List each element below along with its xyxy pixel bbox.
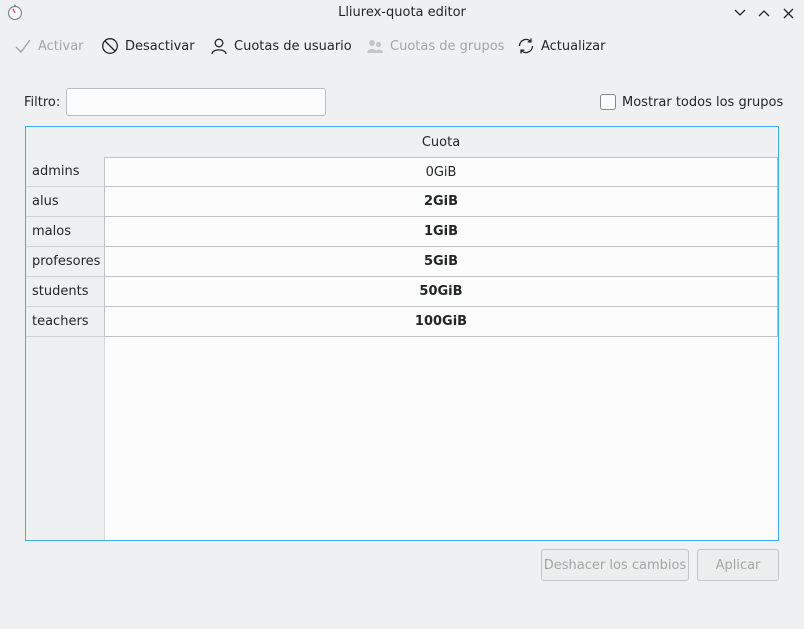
refresh-icon bbox=[518, 38, 534, 54]
row-header-admins[interactable]: admins bbox=[26, 157, 104, 187]
deactivate-label: Desactivar bbox=[125, 38, 195, 54]
row-header-alus[interactable]: alus bbox=[26, 187, 104, 217]
activate-button[interactable]: Activar bbox=[14, 30, 84, 62]
group-quotas-label: Cuotas de grupos bbox=[390, 38, 505, 54]
filter-label: Filtro: bbox=[24, 95, 61, 110]
quota-table[interactable]: Cuota admins 0GiB alus 2GiB malos 1GiB p… bbox=[25, 126, 779, 541]
column-header-quota[interactable]: Cuota bbox=[104, 127, 778, 157]
maximize-button[interactable] bbox=[755, 4, 773, 22]
quota-cell-alus[interactable]: 2GiB bbox=[104, 187, 778, 217]
row-header-teachers[interactable]: teachers bbox=[26, 307, 104, 337]
chevron-down-icon bbox=[734, 9, 746, 16]
refresh-label: Actualizar bbox=[541, 38, 606, 54]
row-header-malos[interactable]: malos bbox=[26, 217, 104, 247]
row-header-students[interactable]: students bbox=[26, 277, 104, 307]
user-quotas-button[interactable]: Cuotas de usuario bbox=[210, 30, 352, 62]
cancel-icon bbox=[102, 38, 118, 54]
activate-label: Activar bbox=[38, 38, 84, 54]
check-icon bbox=[15, 39, 31, 54]
apply-button[interactable]: Aplicar bbox=[697, 549, 779, 581]
chevron-up-icon bbox=[758, 10, 770, 17]
toolbar: Activar Desactivar Cuotas de usuario Cuo… bbox=[0, 30, 804, 62]
refresh-button[interactable]: Actualizar bbox=[517, 30, 605, 62]
minimize-button[interactable] bbox=[731, 4, 749, 22]
show-all-groups-label: Mostrar todos los grupos bbox=[622, 94, 784, 110]
close-button[interactable] bbox=[779, 4, 797, 22]
title-bar: Lliurex-quota editor bbox=[0, 0, 804, 26]
table-corner bbox=[26, 127, 104, 157]
show-all-groups-toggle[interactable]: Mostrar todos los grupos bbox=[600, 93, 783, 111]
quota-cell-students[interactable]: 50GiB bbox=[104, 277, 778, 307]
user-icon bbox=[211, 38, 227, 55]
row-header-profesores[interactable]: profesores bbox=[26, 247, 104, 277]
group-icon bbox=[367, 40, 383, 53]
filter-input[interactable] bbox=[66, 88, 326, 116]
quota-cell-profesores[interactable]: 5GiB bbox=[104, 247, 778, 277]
deactivate-button[interactable]: Desactivar bbox=[101, 30, 195, 62]
user-quotas-label: Cuotas de usuario bbox=[234, 38, 352, 54]
undo-changes-button[interactable]: Deshacer los cambios bbox=[541, 549, 689, 581]
quota-cell-teachers[interactable]: 100GiB bbox=[104, 307, 778, 337]
group-quotas-button[interactable]: Cuotas de grupos bbox=[366, 30, 504, 62]
show-all-groups-checkbox[interactable] bbox=[600, 94, 616, 110]
quota-cell-admins[interactable]: 0GiB bbox=[104, 157, 778, 187]
quota-cell-malos[interactable]: 1GiB bbox=[104, 217, 778, 247]
close-icon bbox=[783, 8, 793, 18]
window-title: Lliurex-quota editor bbox=[338, 5, 466, 20]
